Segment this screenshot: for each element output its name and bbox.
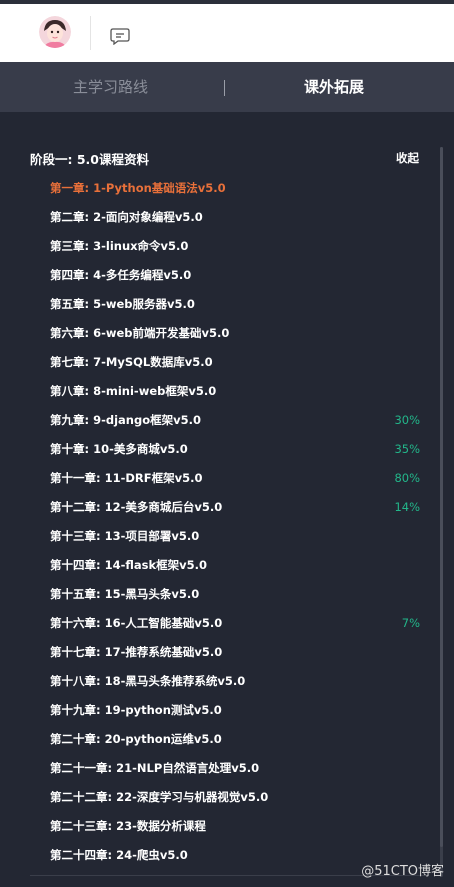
chapter-item[interactable]: 第八章: 8-mini-web框架v5.0 <box>0 377 440 406</box>
chapter-item[interactable]: 第十四章: 14-flask框架v5.0 <box>0 551 440 580</box>
chapter-item[interactable]: 第十一章: 11-DRF框架v5.0 80% <box>0 464 440 493</box>
chapter-label: 第二十一章: 21-NLP自然语言处理v5.0 <box>50 761 260 775</box>
chapter-progress: 14% <box>394 500 420 514</box>
chapter-item[interactable]: 第三章: 3-linux命令v5.0 <box>0 232 440 261</box>
chapter-progress: 80% <box>394 471 420 485</box>
chapter-item[interactable]: 第四章: 4-多任务编程v5.0 <box>0 261 440 290</box>
chapter-label: 第二十章: 20-python运维v5.0 <box>50 732 222 746</box>
chapter-item[interactable]: 第十八章: 18-黑马头条推荐系统v5.0 <box>0 667 440 696</box>
chapter-item[interactable]: 第七章: 7-MySQL数据库v5.0 <box>0 348 440 377</box>
chapter-item[interactable]: 第二十二章: 22-深度学习与机器视觉v5.0 <box>0 783 440 812</box>
course-panel: 阶段一: 5.0课程资料 收起 第一章: 1-Python基础语法v5.0 第二章… <box>0 112 454 887</box>
chapter-item[interactable]: 第十二章: 12-美多商城后台v5.0 14% <box>0 493 440 522</box>
chapter-item[interactable]: 第二十三章: 23-数据分析课程 <box>0 812 440 841</box>
chapter-label: 第十一章: 11-DRF框架v5.0 <box>50 471 203 485</box>
tab-extension[interactable]: 课外拓展 <box>304 62 364 112</box>
tab-bar: 主学习路线 课外拓展 <box>0 62 454 112</box>
chapter-progress: 30% <box>394 413 420 427</box>
chapter-label: 第十三章: 13-项目部署v5.0 <box>50 529 200 543</box>
watermark: @51CTO博客 <box>361 864 444 879</box>
chapter-label: 第十九章: 19-python测试v5.0 <box>50 703 222 717</box>
chapter-item[interactable]: 第一章: 1-Python基础语法v5.0 <box>0 174 440 203</box>
chapter-item[interactable]: 第六章: 6-web前端开发基础v5.0 <box>0 319 440 348</box>
chapter-label: 第二十二章: 22-深度学习与机器视觉v5.0 <box>50 790 269 804</box>
chapter-progress: 35% <box>394 442 420 456</box>
stage-title: 阶段一: 5.0课程资料 <box>30 152 149 167</box>
chapter-label: 第四章: 4-多任务编程v5.0 <box>50 268 192 282</box>
chapter-item[interactable]: 第十五章: 15-黑马头条v5.0 <box>0 580 440 609</box>
chapter-label: 第十六章: 16-人工智能基础v5.0 <box>50 616 223 630</box>
chapter-item[interactable]: 第二十章: 20-python运维v5.0 <box>0 725 440 754</box>
chapter-progress: 7% <box>401 616 420 630</box>
chapter-label: 第九章: 9-django框架v5.0 <box>50 413 201 427</box>
scrollbar-thumb[interactable] <box>440 147 443 847</box>
scrollbar[interactable] <box>440 147 443 877</box>
chapter-item[interactable]: 第五章: 5-web服务器v5.0 <box>0 290 440 319</box>
chapter-item[interactable]: 第二十一章: 21-NLP自然语言处理v5.0 <box>0 754 440 783</box>
chapter-label: 第三章: 3-linux命令v5.0 <box>50 239 189 253</box>
tab-separator <box>224 80 225 96</box>
chapter-item[interactable]: 第二章: 2-面向对象编程v5.0 <box>0 203 440 232</box>
avatar[interactable] <box>39 16 71 48</box>
chapter-item[interactable]: 第十章: 10-美多商城v5.0 35% <box>0 435 440 464</box>
chapter-label: 第六章: 6-web前端开发基础v5.0 <box>50 326 230 340</box>
chat-bubble-icon[interactable] <box>110 27 130 46</box>
chapter-item[interactable]: 第十九章: 19-python测试v5.0 <box>0 696 440 725</box>
chapter-label: 第十四章: 14-flask框架v5.0 <box>50 558 208 572</box>
chapter-label: 第十七章: 17-推荐系统基础v5.0 <box>50 645 223 659</box>
chapter-item[interactable]: 第十六章: 16-人工智能基础v5.0 7% <box>0 609 440 638</box>
header-divider <box>90 16 91 50</box>
chapter-label: 第一章: 1-Python基础语法v5.0 <box>50 181 226 195</box>
top-bar <box>0 0 454 62</box>
chapter-label: 第二十三章: 23-数据分析课程 <box>50 819 206 833</box>
chapter-item[interactable]: 第十三章: 13-项目部署v5.0 <box>0 522 440 551</box>
user-avatar-icon <box>39 16 71 48</box>
chapter-label: 第十二章: 12-美多商城后台v5.0 <box>50 500 223 514</box>
chapter-label: 第八章: 8-mini-web框架v5.0 <box>50 384 217 398</box>
tab-main-route[interactable]: 主学习路线 <box>73 62 148 112</box>
chapter-label: 第十五章: 15-黑马头条v5.0 <box>50 587 200 601</box>
chapter-label: 第二十四章: 24-爬虫v5.0 <box>50 848 188 862</box>
chapter-label: 第十章: 10-美多商城v5.0 <box>50 442 188 456</box>
chapter-label: 第七章: 7-MySQL数据库v5.0 <box>50 355 213 369</box>
chapter-list: 第一章: 1-Python基础语法v5.0 第二章: 2-面向对象编程v5.0 第三… <box>0 174 440 870</box>
chapter-label: 第五章: 5-web服务器v5.0 <box>50 297 195 311</box>
chapter-label: 第二章: 2-面向对象编程v5.0 <box>50 210 203 224</box>
chapter-item[interactable]: 第九章: 9-django框架v5.0 30% <box>0 406 440 435</box>
collapse-button[interactable]: 收起 <box>396 150 419 166</box>
chapter-item[interactable]: 第十七章: 17-推荐系统基础v5.0 <box>0 638 440 667</box>
chapter-label: 第十八章: 18-黑马头条推荐系统v5.0 <box>50 674 246 688</box>
